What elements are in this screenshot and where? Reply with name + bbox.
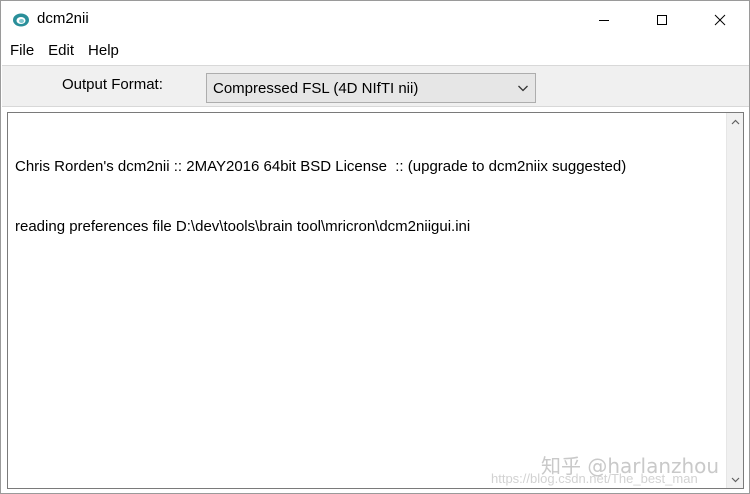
log-line: reading preferences file D:\dev\tools\br… bbox=[15, 218, 471, 235]
dcm2nii-app-icon bbox=[13, 13, 29, 27]
output-format-label: Output Format: bbox=[62, 76, 163, 93]
minimize-icon bbox=[599, 20, 609, 21]
output-format-dropdown[interactable]: Compressed FSL (4D NIfTI nii) bbox=[206, 73, 536, 103]
scroll-up-button[interactable] bbox=[727, 113, 743, 130]
chevron-down-icon bbox=[731, 477, 739, 482]
chevron-up-icon bbox=[731, 119, 739, 124]
output-format-value: Compressed FSL (4D NIfTI nii) bbox=[213, 80, 419, 97]
scroll-down-button[interactable] bbox=[727, 471, 743, 488]
log-line: Chris Rorden's dcm2nii :: 2MAY2016 64bit… bbox=[15, 158, 627, 175]
app-window: dcm2nii File Edit Help Output Format: Co… bbox=[0, 0, 750, 494]
vertical-scrollbar[interactable] bbox=[726, 113, 743, 488]
minimize-button[interactable] bbox=[575, 1, 633, 39]
title-bar[interactable]: dcm2nii bbox=[1, 1, 749, 39]
options-panel: Output Format: Compressed FSL (4D NIfTI … bbox=[2, 65, 749, 107]
menu-edit[interactable]: Edit bbox=[41, 39, 81, 63]
log-output[interactable]: Chris Rorden's dcm2nii :: 2MAY2016 64bit… bbox=[7, 112, 744, 489]
close-button[interactable] bbox=[691, 1, 749, 39]
close-icon bbox=[714, 14, 726, 26]
menu-bar: File Edit Help bbox=[1, 39, 749, 63]
chevron-down-icon bbox=[518, 85, 528, 92]
maximize-icon bbox=[657, 15, 667, 25]
menu-help[interactable]: Help bbox=[81, 39, 126, 63]
log-text: Chris Rorden's dcm2nii :: 2MAY2016 64bit… bbox=[15, 117, 715, 277]
maximize-button[interactable] bbox=[633, 1, 691, 39]
watermark-csdn: https://blog.csdn.net/The_best_man bbox=[491, 471, 698, 486]
window-title: dcm2nii bbox=[37, 10, 89, 27]
menu-file[interactable]: File bbox=[1, 39, 41, 63]
